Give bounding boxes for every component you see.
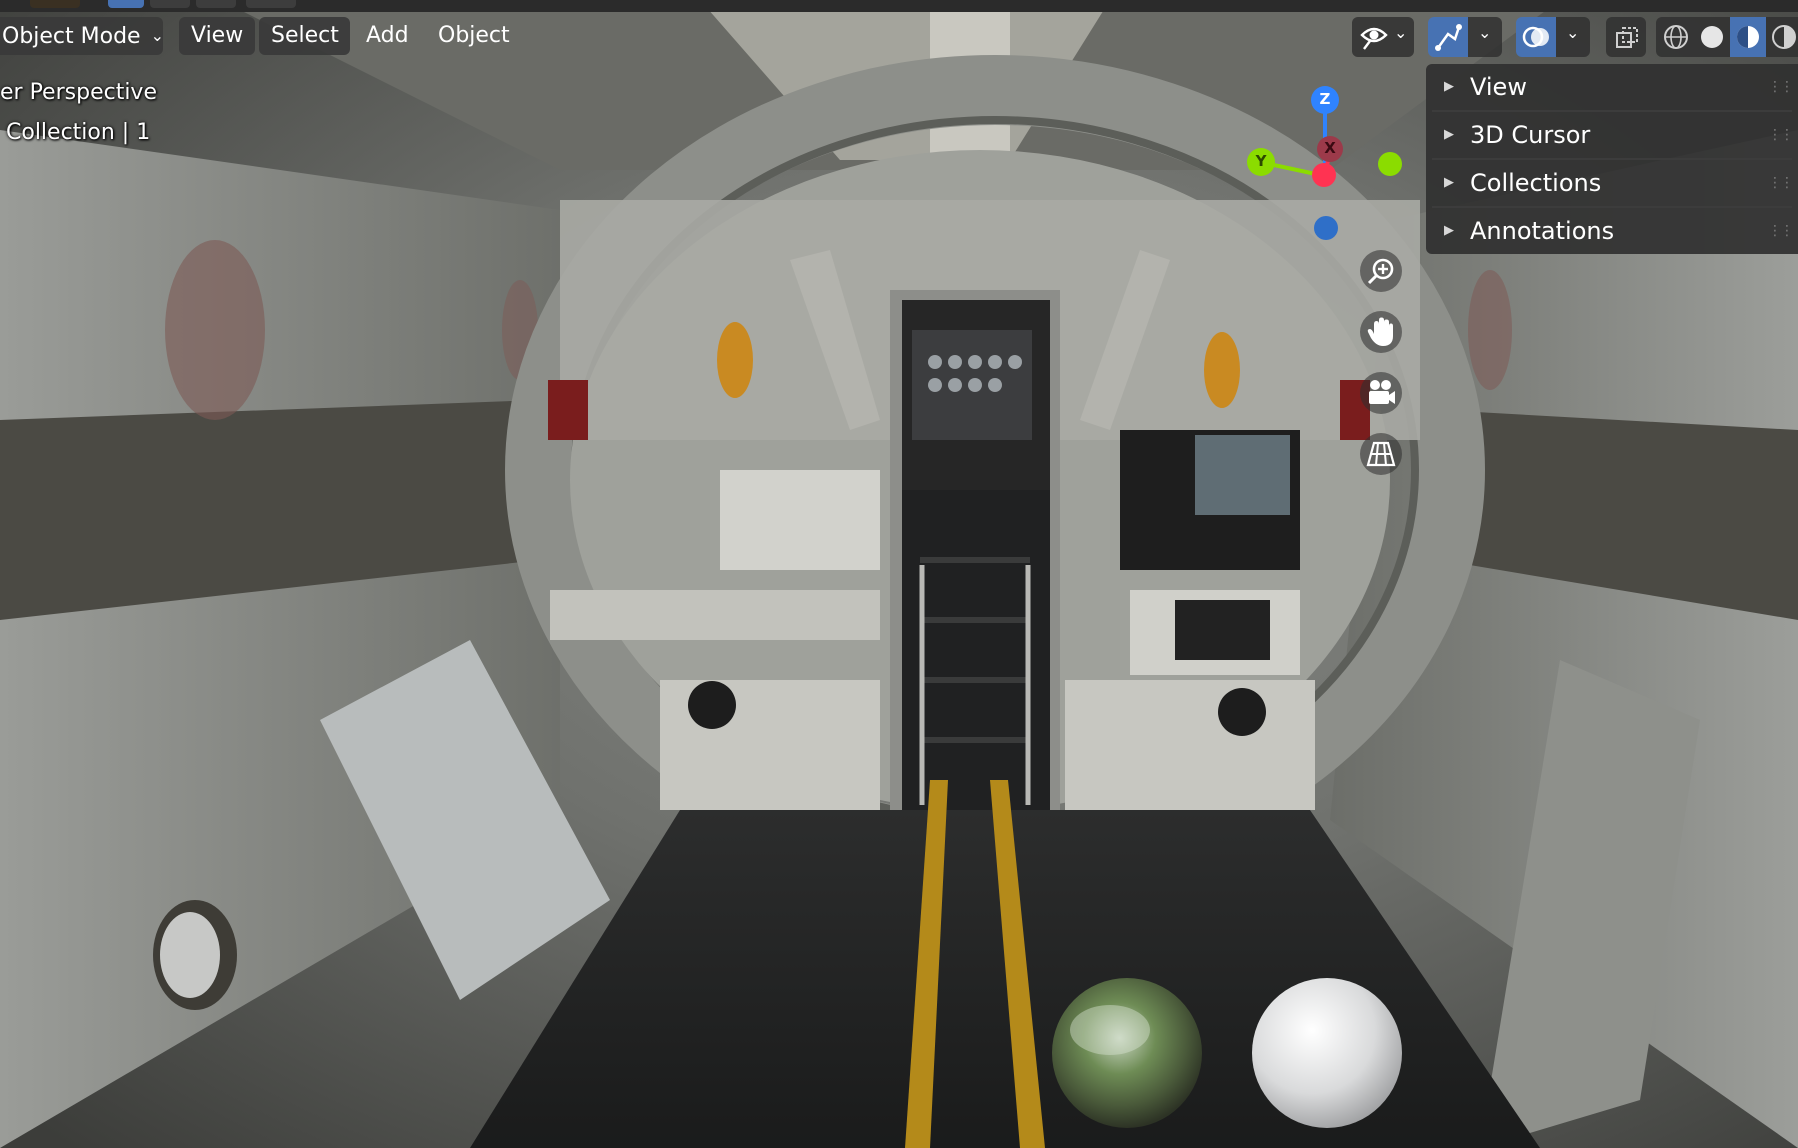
chevron-down-icon: ⌄ <box>1566 23 1580 42</box>
menu-add[interactable]: Add <box>354 17 422 55</box>
menu-view-label: View <box>191 23 244 48</box>
panel-view-label: View <box>1470 73 1527 101</box>
tool-tab[interactable] <box>196 0 236 8</box>
panel-view[interactable]: ▶ View ⋮⋮ <box>1426 64 1798 110</box>
pan-hand-icon <box>1367 317 1393 346</box>
drag-handle-icon[interactable]: ⋮⋮ <box>1768 112 1794 158</box>
disclosure-triangle-icon: ▶ <box>1444 175 1454 190</box>
active-tool-tab[interactable] <box>108 0 144 8</box>
panel-3d-cursor[interactable]: ▶ 3D Cursor ⋮⋮ <box>1426 112 1798 158</box>
solid-shading-icon[interactable] <box>1698 23 1726 51</box>
xray-toggle-button[interactable] <box>1606 17 1646 57</box>
axis-y-label: Y <box>1255 152 1267 170</box>
menu-object[interactable]: Object <box>426 17 518 55</box>
chevron-down-icon: ⌄ <box>1394 23 1408 42</box>
axis-neg-z-handle[interactable] <box>1314 216 1338 240</box>
disclosure-triangle-icon: ▶ <box>1444 127 1454 142</box>
object-mode-dropdown[interactable]: Object Mode ⌄ <box>0 17 164 55</box>
menu-view[interactable]: View <box>179 17 255 55</box>
xray-toggle-icon <box>1616 27 1638 48</box>
menu-select-label: Select <box>271 23 339 48</box>
drag-handle-icon[interactable]: ⋮⋮ <box>1768 160 1794 206</box>
camera-view-icon <box>1369 380 1395 404</box>
editor-type-tab[interactable] <box>30 0 80 8</box>
disclosure-triangle-icon: ▶ <box>1444 223 1454 238</box>
overlay-toggle-icon <box>1522 26 1549 48</box>
drag-handle-icon[interactable]: ⋮⋮ <box>1768 64 1794 110</box>
zoom-icon <box>1367 258 1394 285</box>
menu-select[interactable]: Select <box>259 17 350 55</box>
axis-z-handle[interactable]: Z <box>1311 86 1339 114</box>
gizmo-dropdown[interactable]: ⌄ <box>1468 17 1502 57</box>
ortho-toggle-button[interactable] <box>1360 433 1402 475</box>
gizmo-toggle-icon <box>1435 24 1462 51</box>
panel-3d-cursor-label: 3D Cursor <box>1470 121 1591 149</box>
rendered-shading-icon[interactable] <box>1770 23 1798 51</box>
menu-object-label: Object <box>438 23 510 48</box>
axis-neg-x-handle[interactable] <box>1312 163 1336 187</box>
collection-info-label: Collection | 1 <box>6 120 151 145</box>
menu-add-label: Add <box>366 23 409 48</box>
tool-tab[interactable] <box>246 0 296 8</box>
zoom-button[interactable] <box>1360 250 1402 292</box>
material-preview-shading-button[interactable] <box>1730 17 1766 57</box>
camera-view-button[interactable] <box>1360 372 1402 414</box>
axis-y-handle[interactable]: Y <box>1247 148 1275 176</box>
view-name-label: er Perspective <box>0 80 157 105</box>
visibility-dropdown[interactable]: ⌄ <box>1352 17 1414 57</box>
axis-neg-y-handle[interactable] <box>1378 152 1402 176</box>
chevron-down-icon: ⌄ <box>1478 23 1492 42</box>
3d-viewport[interactable]: Object Mode ⌄ View Select Add Object er P… <box>0 0 1798 1148</box>
wireframe-shading-icon[interactable] <box>1662 23 1690 51</box>
panel-annotations[interactable]: ▶ Annotations ⋮⋮ <box>1426 208 1798 254</box>
panel-annotations-label: Annotations <box>1470 217 1615 245</box>
sidebar-panel: ▶ View ⋮⋮ ▶ 3D Cursor ⋮⋮ ▶ Collections ⋮… <box>1426 64 1798 254</box>
axis-z-label: Z <box>1319 90 1331 108</box>
axis-x-label: X <box>1324 139 1336 157</box>
tool-tab[interactable] <box>150 0 190 8</box>
panel-collections-label: Collections <box>1470 169 1602 197</box>
material-preview-shading-icon <box>1737 26 1759 48</box>
visibility-eye-icon <box>1360 27 1388 50</box>
panel-collections[interactable]: ▶ Collections ⋮⋮ <box>1426 160 1798 206</box>
axis-x-handle[interactable]: X <box>1317 136 1343 162</box>
top-area-strip <box>0 0 1798 12</box>
gizmo-toggle-button[interactable] <box>1428 17 1468 57</box>
pan-button[interactable] <box>1360 311 1402 353</box>
object-mode-label: Object Mode <box>2 24 141 49</box>
drag-handle-icon[interactable]: ⋮⋮ <box>1768 208 1794 254</box>
overlay-toggle-button[interactable] <box>1516 17 1556 57</box>
chevron-down-icon: ⌄ <box>150 26 164 45</box>
overlay-dropdown[interactable]: ⌄ <box>1556 17 1590 57</box>
shading-mode-group <box>1656 17 1798 57</box>
disclosure-triangle-icon: ▶ <box>1444 79 1454 94</box>
ortho-grid-icon <box>1366 441 1396 467</box>
